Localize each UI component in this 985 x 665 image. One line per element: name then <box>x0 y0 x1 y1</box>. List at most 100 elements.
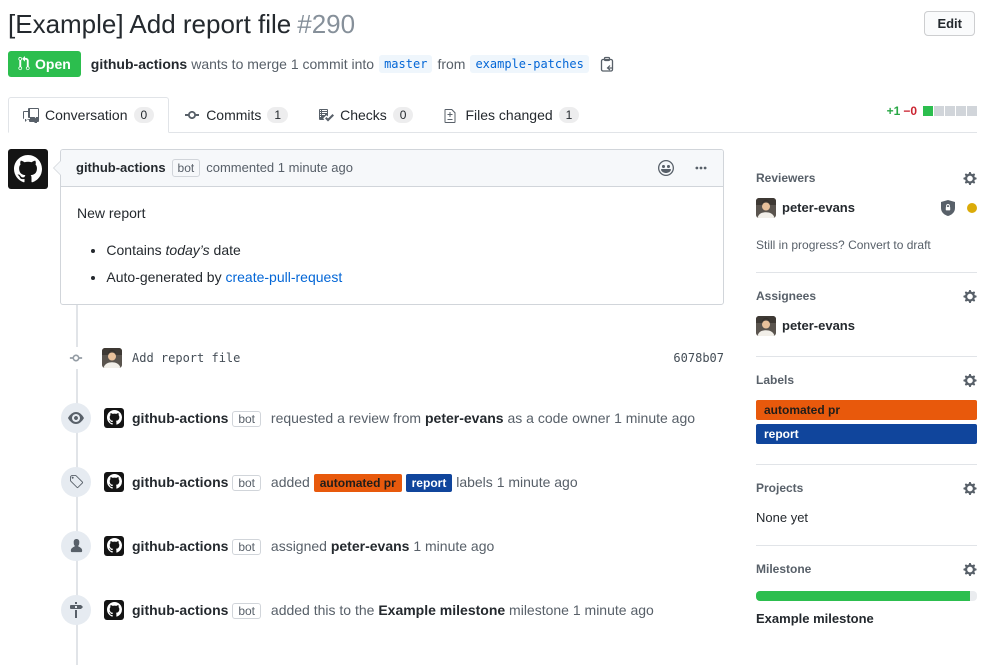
event-time[interactable]: 1 minute ago <box>413 538 494 554</box>
projects-header[interactable]: Projects <box>756 481 977 496</box>
convert-to-draft-link[interactable]: Convert to draft <box>848 238 931 252</box>
github-actions-avatar[interactable] <box>104 472 124 492</box>
label-automated-pr[interactable]: automated pr <box>314 474 402 492</box>
pr-description-comment: github-actions bot commented 1 minute ag… <box>8 149 724 305</box>
tab-conversation[interactable]: Conversation 0 <box>8 97 169 133</box>
meta-author[interactable]: github-actions <box>91 56 187 72</box>
event-text-before: added <box>271 474 310 490</box>
comment-box: github-actions bot commented 1 minute ag… <box>60 149 724 305</box>
list-item: Auto-generated by create-pull-request <box>106 267 707 288</box>
kebab-horizontal-icon[interactable] <box>694 161 708 175</box>
git-pull-request-icon <box>18 56 30 71</box>
edit-button[interactable]: Edit <box>924 11 975 36</box>
milestone-name-link[interactable]: Example milestone <box>756 611 977 626</box>
timeline-event-milestoned: github-actions bot added this to the Exa… <box>8 595 724 625</box>
draft-hint-text: Still in progress? <box>756 238 845 252</box>
event-target-user[interactable]: peter-evans <box>331 538 410 554</box>
event-time[interactable]: 1 minute ago <box>573 602 654 618</box>
github-actions-avatar[interactable] <box>104 408 124 428</box>
reviewers-heading: Reviewers <box>756 171 815 185</box>
diffstat-additions: +1 <box>887 104 901 118</box>
commit-message[interactable]: Add report file <box>132 351 240 365</box>
bullet-text: Contains <box>106 242 161 258</box>
bot-badge: bot <box>232 411 261 427</box>
base-branch-label[interactable]: master <box>379 55 432 73</box>
milestone-progress-fill <box>756 591 970 601</box>
file-diff-icon <box>443 107 459 123</box>
pr-number: #290 <box>297 9 355 39</box>
gear-icon[interactable] <box>963 373 977 388</box>
tab-count: 1 <box>559 107 580 123</box>
comment-body: New report Contains today’s date Auto-ge… <box>61 187 723 304</box>
avatar <box>756 316 776 336</box>
event-author[interactable]: github-actions <box>132 602 228 618</box>
milestone-progress-bar <box>756 591 977 601</box>
event-time[interactable]: 1 minute ago <box>614 410 695 426</box>
sidebar-section-projects: Projects None yet <box>756 465 977 546</box>
gear-icon[interactable] <box>963 562 977 577</box>
timeline-event-labels-added: github-actions bot added automated pr re… <box>8 467 724 497</box>
event-author[interactable]: github-actions <box>132 410 228 426</box>
git-commit-icon <box>184 107 200 123</box>
github-actions-avatar[interactable] <box>104 600 124 620</box>
bullet-text: date <box>214 242 241 258</box>
assignees-header[interactable]: Assignees <box>756 289 977 304</box>
comment-header: github-actions bot commented 1 minute ag… <box>61 150 723 187</box>
diffstat-deletions: −0 <box>903 104 917 118</box>
gear-icon[interactable] <box>963 481 977 496</box>
pr-page: [Example] Add report file#290 Edit Open … <box>0 0 985 665</box>
pr-meta: Open github-actions wants to merge 1 com… <box>8 51 977 77</box>
labels-header[interactable]: Labels <box>756 373 977 388</box>
sidebar-section-labels: Labels automated pr report <box>756 357 977 465</box>
tab-count: 0 <box>393 107 414 123</box>
reviewers-header[interactable]: Reviewers <box>756 171 977 186</box>
github-actions-avatar[interactable] <box>104 536 124 556</box>
tab-label: Conversation <box>45 107 128 123</box>
event-target-user[interactable]: peter-evans <box>425 410 504 426</box>
tab-commits[interactable]: Commits 1 <box>169 97 303 133</box>
create-pull-request-link[interactable]: create-pull-request <box>225 269 342 285</box>
tab-checks[interactable]: Checks 0 <box>303 97 428 133</box>
avatar <box>756 198 776 218</box>
head-branch-label[interactable]: example-patches <box>470 55 588 73</box>
pr-header: [Example] Add report file#290 Edit <box>8 8 977 41</box>
milestone-header[interactable]: Milestone <box>756 562 977 577</box>
tab-label: Checks <box>340 107 387 123</box>
gear-icon[interactable] <box>963 171 977 186</box>
comment-author[interactable]: github-actions <box>76 160 166 175</box>
projects-empty-text: None yet <box>756 510 977 525</box>
label-automated-pr[interactable]: automated pr <box>756 400 977 420</box>
tab-label: Files changed <box>465 107 552 123</box>
commit-sha[interactable]: 6078b07 <box>673 351 724 365</box>
event-target-milestone[interactable]: Example milestone <box>378 602 505 618</box>
bullet-text: Auto-generated by <box>106 269 221 285</box>
pr-main: github-actions bot commented 1 minute ag… <box>8 149 977 665</box>
assignee-peter-evans[interactable]: peter-evans <box>756 316 977 336</box>
comment-list: Contains today’s date Auto-generated by … <box>77 240 707 288</box>
committer-avatar[interactable] <box>102 348 122 368</box>
event-text-before: added this to the <box>271 602 375 618</box>
pr-title-text: [Example] Add report file <box>8 9 291 39</box>
comment-discussion-icon <box>23 107 39 123</box>
event-author[interactable]: github-actions <box>132 474 228 490</box>
label-report[interactable]: report <box>756 424 977 444</box>
github-actions-avatar[interactable] <box>8 149 48 189</box>
copy-branch-button[interactable] <box>599 56 615 72</box>
labels-list: automated pr report <box>756 400 977 444</box>
assignee-name: peter-evans <box>782 318 855 333</box>
smiley-icon[interactable] <box>658 160 674 176</box>
tab-files-changed[interactable]: Files changed 1 <box>428 97 594 133</box>
gear-icon[interactable] <box>963 289 977 304</box>
assignees-heading: Assignees <box>756 289 816 303</box>
label-report[interactable]: report <box>406 474 453 492</box>
clipboard-copy-icon <box>599 56 615 72</box>
reviewer-peter-evans[interactable]: peter-evans <box>756 198 977 218</box>
labels-heading: Labels <box>756 373 794 387</box>
bot-badge: bot <box>232 603 261 619</box>
comment-time[interactable]: 1 minute ago <box>278 160 353 175</box>
event-text-after: as a code owner <box>507 410 610 426</box>
event-time[interactable]: 1 minute ago <box>497 474 578 490</box>
checklist-icon <box>318 107 334 123</box>
person-icon <box>61 531 91 561</box>
event-author[interactable]: github-actions <box>132 538 228 554</box>
